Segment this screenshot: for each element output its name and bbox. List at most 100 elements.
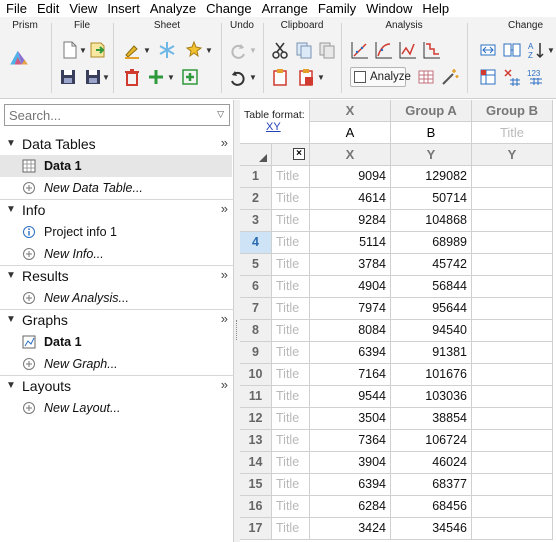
add-icon[interactable] — [146, 67, 166, 87]
row-title[interactable]: Title — [272, 188, 310, 210]
nav-item-new-data-table[interactable]: New Data Table... — [0, 177, 232, 199]
cell-group-a-y[interactable]: 95644 — [391, 298, 472, 320]
row-number[interactable]: 12 — [240, 408, 272, 430]
cell-x[interactable]: 7164 — [310, 364, 391, 386]
cell-group-b-y[interactable] — [472, 210, 553, 232]
section-graphs[interactable]: ▼ Graphs » — [0, 309, 234, 331]
cell-x[interactable]: 3504 — [310, 408, 391, 430]
menu-help[interactable]: Help — [422, 1, 455, 17]
row-title[interactable]: Title — [272, 320, 310, 342]
chevron-down-icon[interactable]: ▼ — [167, 73, 175, 82]
survival-icon[interactable] — [422, 40, 442, 60]
cell-group-b-y[interactable] — [472, 386, 553, 408]
row-number[interactable]: 6 — [240, 276, 272, 298]
interpolate-icon[interactable] — [398, 40, 418, 60]
double-chevron-icon[interactable]: » — [221, 135, 228, 150]
cell-x[interactable]: 4614 — [310, 188, 391, 210]
section-layouts[interactable]: ▼ Layouts » — [0, 375, 234, 397]
cell-x[interactable]: 6394 — [310, 474, 391, 496]
nonlinear-fit-icon[interactable] — [374, 40, 394, 60]
chevron-down-icon[interactable]: ▼ — [79, 46, 87, 55]
cell-group-a-y[interactable]: 68989 — [391, 232, 472, 254]
nav-item-project-info[interactable]: Project info 1 — [0, 221, 232, 243]
cell-x[interactable]: 6394 — [310, 342, 391, 364]
cell-group-b-y[interactable] — [472, 430, 553, 452]
cell-group-a-y[interactable]: 104868 — [391, 210, 472, 232]
row-number[interactable]: 1 — [240, 166, 272, 188]
row-title[interactable]: Title — [272, 210, 310, 232]
cell-group-a-y[interactable]: 38854 — [391, 408, 472, 430]
analyze-button[interactable]: Analyze — [350, 67, 411, 87]
cell-group-a-y[interactable]: 34546 — [391, 518, 472, 540]
double-chevron-icon[interactable]: » — [221, 267, 228, 282]
delete-icon[interactable] — [122, 67, 142, 87]
row-title[interactable]: Title — [272, 254, 310, 276]
cut-icon[interactable] — [270, 40, 290, 60]
row-title[interactable]: Title — [272, 474, 310, 496]
chevron-down-icon[interactable]: ▼ — [249, 73, 257, 82]
column-title-group-b[interactable]: Title — [472, 122, 553, 144]
row-number[interactable]: 9 — [240, 342, 272, 364]
cell-group-b-y[interactable] — [472, 188, 553, 210]
cell-group-b-y[interactable] — [472, 166, 553, 188]
chevron-down-icon[interactable]: ▼ — [143, 46, 151, 55]
open-file-icon[interactable] — [88, 40, 108, 60]
cell-group-b-y[interactable] — [472, 408, 553, 430]
cell-group-a-y[interactable]: 56844 — [391, 276, 472, 298]
cell-x[interactable]: 3904 — [310, 452, 391, 474]
search-box[interactable]: ▽ — [4, 104, 230, 126]
cell-group-a-y[interactable]: 103036 — [391, 386, 472, 408]
cell-group-b-y[interactable] — [472, 518, 553, 540]
row-number[interactable]: 5 — [240, 254, 272, 276]
cell-group-b-y[interactable] — [472, 298, 553, 320]
row-title[interactable]: Title — [272, 232, 310, 254]
copy-special-icon[interactable] — [317, 40, 337, 60]
save-icon[interactable] — [58, 67, 78, 87]
chevron-down-icon[interactable]: ▼ — [249, 46, 257, 55]
collapse-triangle-icon[interactable]: ▼ — [6, 314, 16, 325]
row-title[interactable]: Title — [272, 342, 310, 364]
magic-pin-icon[interactable] — [184, 40, 204, 60]
section-info[interactable]: ▼ Info » — [0, 199, 234, 221]
row-title[interactable]: Title — [272, 298, 310, 320]
row-number[interactable]: 8 — [240, 320, 272, 342]
snowflake-icon[interactable] — [157, 40, 177, 60]
row-number[interactable]: 15 — [240, 474, 272, 496]
insert-sheet-icon[interactable] — [180, 67, 200, 87]
chevron-down-icon[interactable]: ▼ — [317, 73, 325, 82]
table-results-icon[interactable] — [416, 67, 436, 87]
row-title[interactable]: Title — [272, 496, 310, 518]
hash-format-icon[interactable] — [502, 67, 522, 87]
collapse-triangle-icon[interactable]: ▼ — [6, 270, 16, 281]
nav-item-new-info[interactable]: New Info... — [0, 243, 232, 265]
column-header-x[interactable]: X — [310, 100, 391, 122]
column-header-group-b[interactable]: Group B — [472, 100, 553, 122]
table-format-cell[interactable]: Table format: XY — [240, 100, 310, 144]
cell-x[interactable]: 6284 — [310, 496, 391, 518]
cell-group-a-y[interactable]: 91381 — [391, 342, 472, 364]
section-results[interactable]: ▼ Results » — [0, 265, 234, 287]
column-header-group-a[interactable]: Group A — [391, 100, 472, 122]
chevron-down-icon[interactable]: ▽ — [217, 109, 224, 120]
row-number[interactable]: 10 — [240, 364, 272, 386]
redo-icon[interactable] — [228, 40, 248, 60]
cell-group-a-y[interactable]: 45742 — [391, 254, 472, 276]
cell-group-a-y[interactable]: 68377 — [391, 474, 472, 496]
row-number[interactable]: 11 — [240, 386, 272, 408]
magic-wand-icon[interactable] — [440, 67, 460, 87]
cell-group-b-y[interactable] — [472, 232, 553, 254]
cell-group-a-y[interactable]: 50714 — [391, 188, 472, 210]
menu-window[interactable]: Window — [366, 1, 418, 17]
cell-x[interactable]: 9094 — [310, 166, 391, 188]
column-title-x[interactable]: A — [310, 122, 391, 144]
double-chevron-icon[interactable]: » — [221, 377, 228, 392]
cell-group-a-y[interactable]: 129082 — [391, 166, 472, 188]
cell-x[interactable]: 7364 — [310, 430, 391, 452]
table-format-value[interactable]: XY — [266, 121, 281, 133]
section-data-tables[interactable]: ▼ Data Tables » — [0, 133, 234, 155]
nav-item-new-graph[interactable]: New Graph... — [0, 353, 232, 375]
cell-x[interactable]: 4904 — [310, 276, 391, 298]
paste-special-icon[interactable] — [296, 67, 316, 87]
row-number[interactable]: 14 — [240, 452, 272, 474]
chevron-down-icon[interactable]: ▼ — [102, 73, 110, 82]
